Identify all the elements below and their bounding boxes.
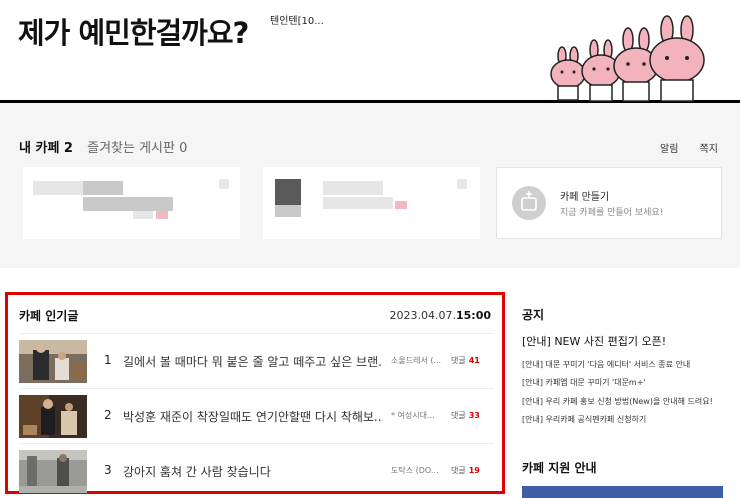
headline-title[interactable]: 제가 예민한걸까요? xyxy=(18,10,249,52)
cafe-support-banner[interactable] xyxy=(522,486,723,498)
notice-featured-item[interactable]: [안내] NEW 사진 편집기 오픈! xyxy=(522,333,666,349)
popular-posts-title: 카페 인기글 xyxy=(19,309,79,323)
my-cafe-section: 내 카페 2 즐겨찾는 게시판 0 알림 쪽지 카페 만들기 지금 카페를 만들… xyxy=(0,103,740,268)
notice-item[interactable]: [안내] 우리 카페 홍보 신청 방법(New)을 안내해 드려요! xyxy=(522,396,713,407)
headline-source[interactable]: 텐인텐[10... xyxy=(270,12,324,27)
post-thumbnail[interactable] xyxy=(19,395,87,438)
my-cafe-card[interactable] xyxy=(263,167,480,239)
alarm-link[interactable]: 알림 xyxy=(660,144,678,155)
post-comment-count: 댓글 19 xyxy=(451,466,480,475)
tab-favorite-boards[interactable]: 즐겨찾는 게시판 0 xyxy=(87,141,187,156)
cafe-support-title[interactable]: 카페 지원 안내 xyxy=(522,459,597,476)
create-cafe-desc: 지금 카페를 만들어 보세요! xyxy=(560,208,664,218)
top-links: 알림 쪽지 xyxy=(642,140,718,155)
notice-item[interactable]: [안내] 대문 꾸미기 '다음 에디터' 서비스 종료 안내 xyxy=(522,359,690,370)
post-comment-count: 댓글 33 xyxy=(451,411,480,420)
create-cafe-title: 카페 만들기 xyxy=(560,192,610,203)
notice-title[interactable]: 공지 xyxy=(522,306,544,323)
bunny-illustration xyxy=(550,15,705,102)
popular-post-item[interactable]: 2 박성훈 재준이 착장일때도 연기안할땐 다시 착해보... * 여성시대..… xyxy=(19,388,494,443)
post-title[interactable]: 박성훈 재준이 착장일때도 연기안할땐 다시 착해보... xyxy=(123,408,383,425)
post-thumbnail[interactable] xyxy=(19,340,87,383)
post-rank: 2 xyxy=(104,408,112,422)
post-cafe-name[interactable]: 소울드레서 (... xyxy=(391,355,451,366)
post-rank: 3 xyxy=(104,463,112,477)
post-comment-count: 댓글 41 xyxy=(451,356,480,365)
note-link[interactable]: 쪽지 xyxy=(700,144,718,155)
my-cafe-tabs: 내 카페 2 즐겨찾는 게시판 0 xyxy=(19,137,187,156)
add-cafe-icon xyxy=(512,186,546,220)
post-thumbnail[interactable] xyxy=(19,450,87,493)
popular-post-item[interactable]: 1 길에서 볼 때마다 뭐 붙은 줄 알고 떼주고 싶은 브랜... 소울드레서… xyxy=(19,333,494,388)
popular-post-item[interactable]: 3 강아지 훔쳐 간 사람 찾습니다 도탁스 (DO... 댓글 19 xyxy=(19,443,494,498)
popular-posts-panel: 카페 인기글 2023.04.07.15:00 1 길에서 볼 때마다 뭐 붙은… xyxy=(5,292,505,494)
popular-posts-date: 2023.04.07.15:00 xyxy=(389,309,492,322)
my-cafe-card[interactable] xyxy=(23,167,240,239)
notice-item[interactable]: [안내] 우리카페 공식펜카페 신청하기 xyxy=(522,414,646,425)
notice-item[interactable]: [안내] 카페앱 대문 꾸미기 '대문m+' xyxy=(522,377,646,388)
post-title[interactable]: 길에서 볼 때마다 뭐 붙은 줄 알고 떼주고 싶은 브랜... xyxy=(123,353,383,370)
page-header: 제가 예민한걸까요? 텐인텐[10... xyxy=(0,0,740,103)
create-cafe-card[interactable]: 카페 만들기 지금 카페를 만들어 보세요! xyxy=(496,167,722,239)
post-title[interactable]: 강아지 훔쳐 간 사람 찾습니다 xyxy=(123,463,383,480)
post-cafe-name[interactable]: * 여성시대... xyxy=(391,410,451,421)
post-rank: 1 xyxy=(104,353,112,367)
post-cafe-name[interactable]: 도탁스 (DO... xyxy=(391,465,451,476)
tab-my-cafe[interactable]: 내 카페 2 xyxy=(19,141,73,156)
